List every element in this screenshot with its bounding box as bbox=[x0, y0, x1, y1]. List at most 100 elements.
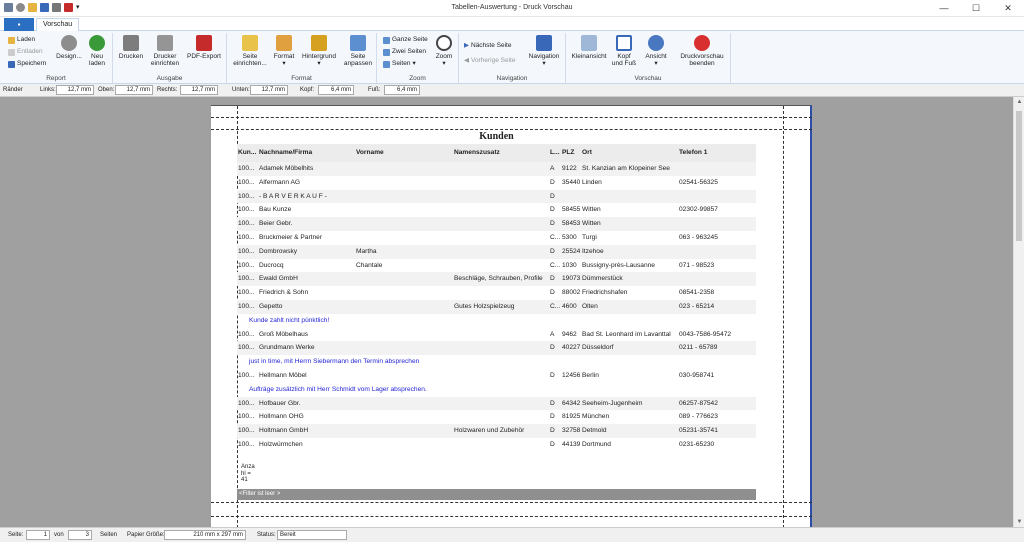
navigation-arrows-icon bbox=[536, 35, 552, 51]
table-cell: Gepetto bbox=[259, 302, 283, 310]
table-cell: Witten bbox=[582, 220, 601, 228]
row-note: just in time, mit Herrn Siebermann den T… bbox=[249, 358, 420, 366]
table-cell: Beschläge, Schrauben, Profile bbox=[454, 275, 543, 283]
report-title: Kunden bbox=[479, 131, 514, 142]
naechste-seite-button[interactable]: ▶ Nächste Seite bbox=[464, 42, 511, 50]
table-cell: D bbox=[550, 413, 555, 421]
table-header: Kun... Nachname/Firma Vorname Namenszusatz L… bbox=[237, 144, 756, 162]
title-bar: ▾ Tabellen-Auswertung - Druck Vorschau —… bbox=[0, 0, 1024, 17]
zwei-seiten-button[interactable]: Zwei Seiten bbox=[383, 48, 426, 56]
kopf-fuss-button[interactable]: Kopf und Fuß bbox=[611, 35, 637, 67]
table-cell: D bbox=[550, 220, 555, 228]
table-cell: D bbox=[550, 371, 555, 379]
table-cell: 089 - 776623 bbox=[679, 413, 718, 421]
drucker-einrichten-button[interactable]: Drucker einrichten bbox=[148, 35, 182, 67]
column-header: Vorname bbox=[356, 149, 384, 156]
ansicht-button[interactable]: Ansicht ▾ bbox=[642, 35, 670, 67]
table-cell: Linden bbox=[582, 178, 602, 186]
header-footer-icon bbox=[616, 35, 632, 51]
table-row: 100... Hofbauer Gbr. D 64342 Seeheim-Jugenhe… bbox=[237, 396, 756, 411]
file-tab[interactable]: ▪ bbox=[4, 18, 34, 31]
table-cell: D bbox=[550, 289, 555, 297]
neu-laden-button[interactable]: Neu laden bbox=[84, 35, 110, 67]
drucken-button[interactable]: Drucken bbox=[116, 35, 146, 60]
entladen-button[interactable]: Entladen bbox=[8, 48, 43, 56]
table-cell: - B A R V E R K A U F - bbox=[259, 192, 327, 200]
papier-label: Papier Größe: bbox=[127, 532, 165, 538]
ganze-seite-button[interactable]: Ganze Seite bbox=[383, 36, 428, 44]
zoom-button[interactable]: Zoom ▾ bbox=[433, 35, 455, 67]
table-cell: 0231-65230 bbox=[679, 440, 715, 448]
background-fill-icon bbox=[311, 35, 327, 51]
unten-field[interactable]: 12,7 mm bbox=[250, 85, 288, 95]
previous-icon: ◀ bbox=[464, 57, 469, 64]
druckvorschau-beenden-button[interactable]: Druckvorschau beenden bbox=[676, 35, 728, 67]
hintergrund-button[interactable]: Hintergrund ▾ bbox=[299, 35, 339, 67]
kleinansicht-button[interactable]: Kleinansicht bbox=[569, 35, 609, 60]
table-cell: 100... bbox=[238, 275, 255, 283]
unload-icon bbox=[8, 48, 15, 56]
group-label-report: Report bbox=[46, 75, 66, 82]
oben-field[interactable]: 12,7 mm bbox=[115, 85, 153, 95]
kopf-field[interactable]: 6,4 mm bbox=[318, 85, 354, 95]
save-icon bbox=[8, 60, 15, 68]
table-cell: Adamek Möbelhits bbox=[259, 165, 314, 172]
scroll-down-icon[interactable]: ▼ bbox=[1014, 519, 1024, 525]
seite-anpassen-button[interactable]: Seite anpassen bbox=[341, 35, 375, 67]
close-button[interactable]: ✕ bbox=[992, 0, 1024, 17]
table-cell: 100... bbox=[238, 330, 255, 338]
table-row: 100... Adamek Möbelhits A 9122 St. Kanzian a… bbox=[237, 162, 756, 176]
chevron-down-icon: ▾ bbox=[412, 60, 416, 67]
table-cell: Gutes Holzspielzeug bbox=[454, 302, 515, 310]
seite-einrichten-button[interactable]: Seite einrichten... bbox=[230, 35, 270, 67]
table-row: 100... Gepetto Gutes Holzspielzeug C... 4600… bbox=[237, 299, 756, 314]
table-cell: 81925 bbox=[562, 413, 581, 421]
next-icon: ▶ bbox=[464, 42, 469, 49]
table-row: 100... Ewald GmbH Beschläge, Schrauben, Pr… bbox=[237, 272, 756, 287]
table-cell: Olten bbox=[582, 302, 598, 310]
table-cell: C... bbox=[550, 261, 560, 269]
group-label-navigation: Navigation bbox=[496, 75, 528, 82]
fuss-field[interactable]: 6,4 mm bbox=[384, 85, 420, 95]
vertical-scrollbar[interactable]: ▲ ▼ bbox=[1013, 97, 1024, 527]
pdf-icon bbox=[196, 35, 212, 51]
table-cell: 44139 bbox=[562, 440, 581, 448]
close-icon bbox=[694, 35, 710, 51]
margin-guide bbox=[211, 516, 812, 517]
minimize-button[interactable]: — bbox=[928, 0, 960, 17]
seiten-button[interactable]: Seiten ▾ bbox=[383, 60, 416, 68]
table-cell: St. Kanzian am Klopeiner See bbox=[582, 165, 670, 172]
links-field[interactable]: 12,7 mm bbox=[56, 85, 94, 95]
laden-button[interactable]: Laden bbox=[8, 36, 35, 44]
table-cell: Chantale bbox=[356, 261, 383, 269]
table-cell: Beier Gebr. bbox=[259, 220, 293, 228]
pdf-export-button[interactable]: PDF-Export bbox=[185, 35, 223, 60]
tab-vorschau[interactable]: Vorschau bbox=[36, 18, 80, 31]
table-cell: Holzwaren und Zubehör bbox=[454, 427, 525, 435]
table-cell: 06257-87542 bbox=[679, 399, 718, 407]
fuss-label: Fuß: bbox=[368, 87, 381, 93]
navigation-button[interactable]: Navigation ▾ bbox=[525, 35, 563, 67]
format-button[interactable]: Format ▾ bbox=[271, 35, 297, 67]
two-pages-icon bbox=[383, 48, 390, 56]
group-report: Laden Entladen Speichern Design... Neu l… bbox=[0, 33, 113, 83]
table-cell: 02541-56325 bbox=[679, 178, 718, 186]
page-field[interactable]: 1 bbox=[26, 530, 50, 540]
maximize-button[interactable]: ☐ bbox=[960, 0, 992, 17]
scroll-thumb[interactable] bbox=[1016, 111, 1022, 241]
table-cell: München bbox=[582, 413, 610, 421]
speichern-button[interactable]: Speichern bbox=[8, 60, 46, 68]
column-header: Telefon 1 bbox=[679, 149, 708, 156]
table-cell: 100... bbox=[238, 261, 255, 269]
table-cell: Hofbauer Gbr. bbox=[259, 399, 301, 407]
table-cell: Itzehoe bbox=[582, 247, 604, 255]
table-cell: 0211 - 65789 bbox=[679, 344, 718, 352]
column-header: PLZ bbox=[562, 149, 575, 156]
design-button[interactable]: Design... bbox=[54, 35, 84, 60]
report-table: Kun... Nachname/Firma Vorname Namenszusatz L… bbox=[237, 144, 756, 452]
group-ausgabe: Drucken Drucker einrichten PDF-Export Au… bbox=[113, 33, 227, 83]
scroll-up-icon[interactable]: ▲ bbox=[1014, 99, 1024, 105]
rechts-field[interactable]: 12,7 mm bbox=[180, 85, 218, 95]
vorherige-seite-button[interactable]: ◀ Vorherige Seite bbox=[464, 57, 515, 65]
table-cell: 35440 bbox=[562, 178, 581, 186]
